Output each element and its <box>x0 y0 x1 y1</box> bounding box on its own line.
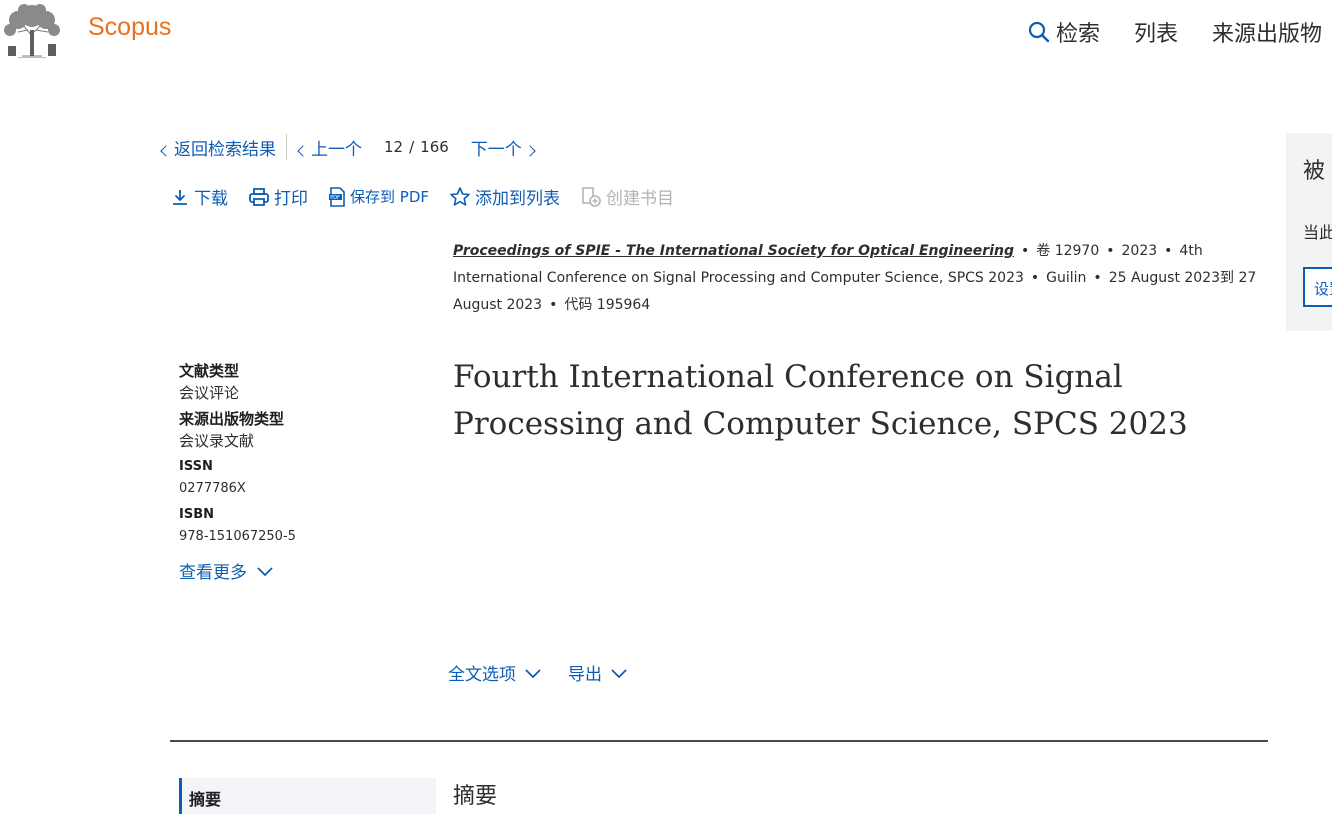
result-counter: 12 / 166 <box>384 138 449 156</box>
nav-separator <box>286 134 287 160</box>
view-more-label: 查看更多 <box>179 563 247 583</box>
next-label: 下一个 <box>470 139 522 160</box>
full-text-options-label: 全文选项 <box>448 665 516 685</box>
current-index: 12 <box>384 138 404 156</box>
document-title: Fourth International Conference on Signa… <box>453 359 1188 442</box>
year: 2023 <box>1121 243 1158 259</box>
add-to-list-button[interactable]: 添加到列表 <box>449 184 560 209</box>
search-icon <box>1028 21 1050 43</box>
document-options: 全文选项 导出 <box>448 660 654 685</box>
bullet: • <box>1093 270 1102 286</box>
add-to-list-label: 添加到列表 <box>475 189 560 209</box>
nav-search-label: 检索 <box>1055 22 1100 47</box>
conference-location: Guilin <box>1046 270 1087 286</box>
toc-item-abstract[interactable]: 摘要 <box>179 778 436 814</box>
chevron-left-icon <box>160 144 172 157</box>
document-metadata: 文献类型 会议评论 来源出版物类型 会议录文献 ISSN 0277786X IS… <box>179 360 419 583</box>
chevron-down-icon <box>525 668 541 678</box>
conference-code: 代码 195964 <box>564 297 651 313</box>
header: Scopus 检索 列表 来源出版物 <box>0 0 1332 62</box>
bullet: • <box>1106 243 1115 259</box>
create-bibliography-button: 创建书目 <box>580 184 674 209</box>
cited-by-subtitle: 当此 <box>1303 223 1332 242</box>
results-navigation: 返回检索结果 上一个 12 / 166 下一个 <box>160 134 536 160</box>
previous-label: 上一个 <box>311 139 362 160</box>
doc-type-label: 文献类型 <box>179 362 240 380</box>
chevron-left-icon <box>297 144 309 157</box>
chevron-down-icon <box>257 566 273 576</box>
total-results: 166 <box>420 138 449 156</box>
source-type-label: 来源出版物类型 <box>179 410 285 428</box>
export-dropdown[interactable]: 导出 <box>568 660 628 685</box>
document-toolbar: 下载 打印 PDF 保存到 PDF 添加到列表 创建书目 <box>170 184 694 209</box>
nav-search[interactable]: 检索 <box>1028 16 1100 48</box>
abstract-heading: 摘要 <box>453 784 498 809</box>
download-icon <box>173 189 187 205</box>
chevron-right-icon <box>524 144 536 157</box>
bullet: • <box>1030 270 1040 286</box>
counter-separator: / <box>409 138 415 156</box>
bullet: • <box>549 297 558 313</box>
download-label: 下载 <box>194 189 228 209</box>
save-to-pdf-button[interactable]: PDF 保存到 PDF <box>328 186 429 207</box>
print-label: 打印 <box>274 189 308 209</box>
bullet: • <box>1020 243 1030 259</box>
journal-link[interactable]: Proceedings of SPIE - The International … <box>453 243 1014 259</box>
issn-value: 0277786X <box>179 481 246 496</box>
download-button[interactable]: 下载 <box>170 184 228 209</box>
svg-text:PDF: PDF <box>330 194 340 200</box>
nav-lists[interactable]: 列表 <box>1134 16 1178 48</box>
bullet: • <box>1164 243 1173 259</box>
elsevier-tree-logo-icon[interactable] <box>0 2 64 58</box>
export-label: 导出 <box>568 665 602 685</box>
section-divider <box>170 740 1268 742</box>
pdf-file-icon: PDF <box>329 186 345 207</box>
doc-type-value: 会议评论 <box>179 384 240 402</box>
previous-result-link[interactable]: 上一个 <box>297 135 362 160</box>
scopus-brand[interactable]: Scopus <box>88 13 171 42</box>
issn-label: ISSN <box>179 459 213 474</box>
next-result-link[interactable]: 下一个 <box>470 135 536 160</box>
printer-icon <box>249 187 269 206</box>
source-info: Proceedings of SPIE - The International … <box>453 238 1263 319</box>
full-text-options-dropdown[interactable]: 全文选项 <box>448 660 542 685</box>
volume: 卷 12970 <box>1036 243 1100 259</box>
print-button[interactable]: 打印 <box>248 184 308 209</box>
chevron-down-icon <box>611 668 627 678</box>
cited-by-panel: 被 当此 设置 <box>1286 133 1332 331</box>
set-alert-button[interactable]: 设置 <box>1303 267 1332 307</box>
save-to-pdf-label: 保存到 PDF <box>350 188 429 206</box>
bibliography-icon <box>582 186 601 207</box>
cited-by-title: 被 <box>1303 159 1326 184</box>
star-icon <box>450 186 470 206</box>
back-to-results-label: 返回检索结果 <box>174 139 276 160</box>
source-type-value: 会议录文献 <box>179 432 255 450</box>
back-to-results-link[interactable]: 返回检索结果 <box>160 135 276 160</box>
isbn-label: ISBN <box>179 507 214 522</box>
top-nav: 检索 列表 来源出版物 <box>994 16 1322 48</box>
view-more-button[interactable]: 查看更多 <box>179 558 419 583</box>
nav-sources[interactable]: 来源出版物 <box>1212 16 1322 48</box>
create-bibliography-label: 创建书目 <box>606 189 674 209</box>
isbn-value: 978-151067250-5 <box>179 529 296 544</box>
